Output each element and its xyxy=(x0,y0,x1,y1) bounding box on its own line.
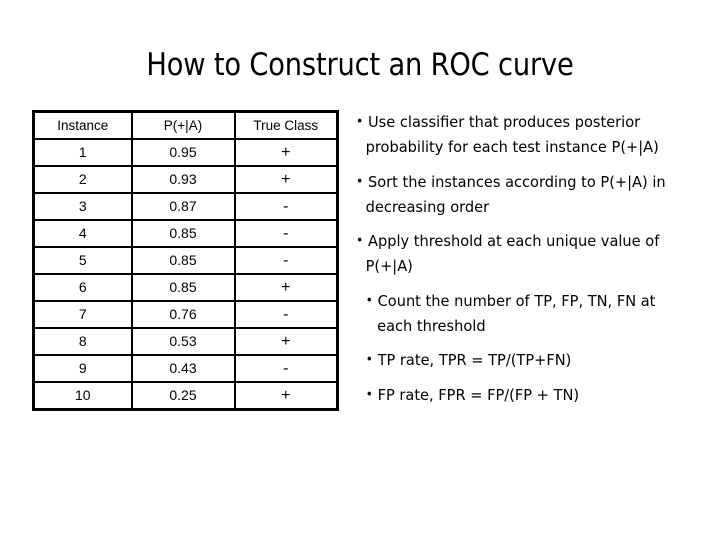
cell-true-class: - xyxy=(233,354,339,383)
bullet-dot-icon: • xyxy=(356,233,364,249)
cell-instance: 3 xyxy=(32,192,133,221)
cell-instance: 7 xyxy=(32,300,133,329)
cell-probability: 0.53 xyxy=(130,327,236,356)
bullet-text: Apply threshold at each unique value of … xyxy=(365,232,660,275)
cell-true-class: + xyxy=(233,138,339,167)
cell-probability: 0.85 xyxy=(130,219,236,248)
cell-probability: 0.85 xyxy=(130,246,236,275)
bullet-list: • Use classifier that produces posterior… xyxy=(356,110,708,408)
bullet-item: • Use classifier that produces posterior… xyxy=(356,110,694,160)
bullet-item: • FP rate, FPR = FP/(FP + TN) xyxy=(356,383,694,408)
cell-true-class: + xyxy=(233,327,339,356)
cell-instance: 5 xyxy=(32,246,133,275)
cell-true-class: + xyxy=(233,381,339,411)
column-header-probability: P(+|A) xyxy=(130,110,236,140)
bullet-text: Use classifier that produces posterior p… xyxy=(365,113,659,156)
cell-true-class: + xyxy=(233,273,339,302)
bullet-dot-icon: • xyxy=(356,174,364,189)
cell-instance: 4 xyxy=(32,219,133,248)
bullet-dot-icon: • xyxy=(356,114,364,130)
cell-true-class: - xyxy=(233,219,339,248)
column-header-true-class: True Class xyxy=(233,110,339,140)
cell-probability: 0.43 xyxy=(130,354,236,383)
cell-instance: 10 xyxy=(32,381,133,411)
bullet-text: Sort the instances according to P(+|A) i… xyxy=(365,172,666,216)
cell-probability: 0.95 xyxy=(130,138,236,167)
bullet-text: Count the number of TP, FP, TN, FN at ea… xyxy=(377,291,656,335)
cell-probability: 0.87 xyxy=(130,192,236,221)
cell-instance: 8 xyxy=(32,327,133,356)
cell-instance: 6 xyxy=(32,273,133,302)
column-header-instance: Instance xyxy=(32,110,133,140)
cell-true-class: + xyxy=(233,165,339,194)
table-row: 6 0.85 + xyxy=(32,273,339,302)
cell-probability: 0.76 xyxy=(130,300,236,329)
bullet-dot-icon: • xyxy=(365,293,373,308)
bullet-item: • Apply threshold at each unique value o… xyxy=(356,229,694,279)
table-row: 10 0.25 + xyxy=(32,381,339,411)
bullet-item: • Sort the instances according to P(+|A)… xyxy=(356,170,694,220)
bullet-dot-icon: • xyxy=(365,387,373,403)
table-row: 8 0.53 + xyxy=(32,327,339,356)
cell-instance: 9 xyxy=(32,354,133,383)
table-row: 5 0.85- xyxy=(32,246,339,275)
cell-probability: 0.93 xyxy=(130,165,236,194)
cell-true-class: - xyxy=(233,192,339,221)
cell-true-class: - xyxy=(233,246,339,275)
table-row: 7 0.76- xyxy=(32,300,339,329)
bullet-item: • Count the number of TP, FP, TN, FN at … xyxy=(356,289,694,339)
table-row: 1 0.95 + xyxy=(32,138,339,167)
table-row: 9 0.43- xyxy=(32,354,339,383)
roc-data-table-container: Instance P(+|A) True Class 1 0.95 +2 0.93 +3… xyxy=(32,110,339,411)
table-header-row: Instance P(+|A) True Class xyxy=(32,110,339,140)
cell-true-class: - xyxy=(233,300,339,329)
cell-probability: 0.25 xyxy=(130,381,236,411)
table-row: 3 0.87- xyxy=(32,192,339,221)
table-row: 4 0.85- xyxy=(32,219,339,248)
bullet-text: TP rate, TPR = TP/(TP+FN) xyxy=(377,351,572,369)
roc-data-table: Instance P(+|A) True Class 1 0.95 +2 0.93 +3… xyxy=(32,110,339,411)
bullet-item: • TP rate, TPR = TP/(TP+FN) xyxy=(356,348,694,373)
table-row: 2 0.93 + xyxy=(32,165,339,194)
bullet-dot-icon: • xyxy=(365,352,373,368)
bullet-text: FP rate, FPR = FP/(FP + TN) xyxy=(377,386,580,404)
table-body: 1 0.95 +2 0.93 +3 0.87-4 0.85-5 0.85-6 0.85 +7 0.7… xyxy=(32,138,339,411)
cell-instance: 2 xyxy=(32,165,133,194)
page-title: How to Construct an ROC curve xyxy=(146,47,574,83)
cell-probability: 0.85 xyxy=(130,273,236,302)
cell-instance: 1 xyxy=(32,138,133,167)
